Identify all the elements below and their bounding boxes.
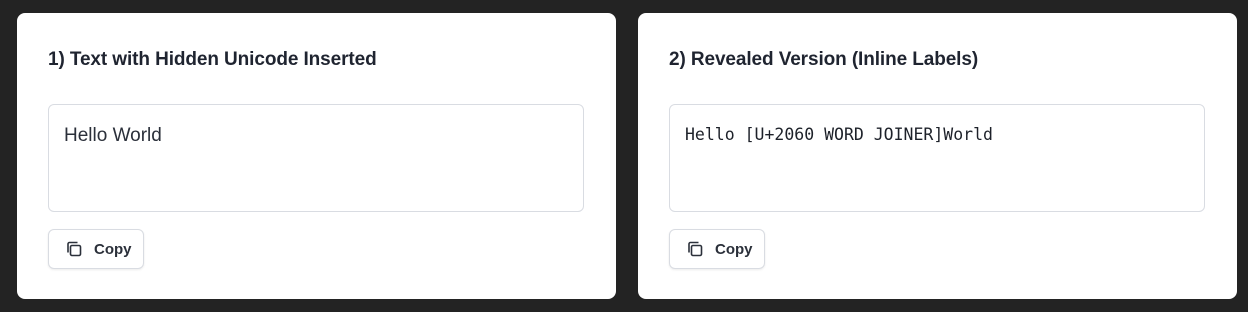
copy-icon (685, 239, 705, 259)
hidden-unicode-text-box[interactable]: Hello World (48, 104, 584, 212)
copy-button[interactable]: Copy (669, 229, 765, 269)
copy-button[interactable]: Copy (48, 229, 144, 269)
copy-button-label: Copy (715, 240, 753, 258)
revealed-text-box[interactable]: Hello [U+2060 WORD JOINER]World (669, 104, 1205, 212)
copy-button-label: Copy (94, 240, 132, 258)
revealed-panel: 2) Revealed Version (Inline Labels) Hell… (638, 13, 1237, 299)
copy-icon (64, 239, 84, 259)
panel-title: 2) Revealed Version (Inline Labels) (669, 49, 979, 70)
panel-title: 1) Text with Hidden Unicode Inserted (48, 49, 377, 70)
input-panel: 1) Text with Hidden Unicode Inserted Hel… (17, 13, 616, 299)
